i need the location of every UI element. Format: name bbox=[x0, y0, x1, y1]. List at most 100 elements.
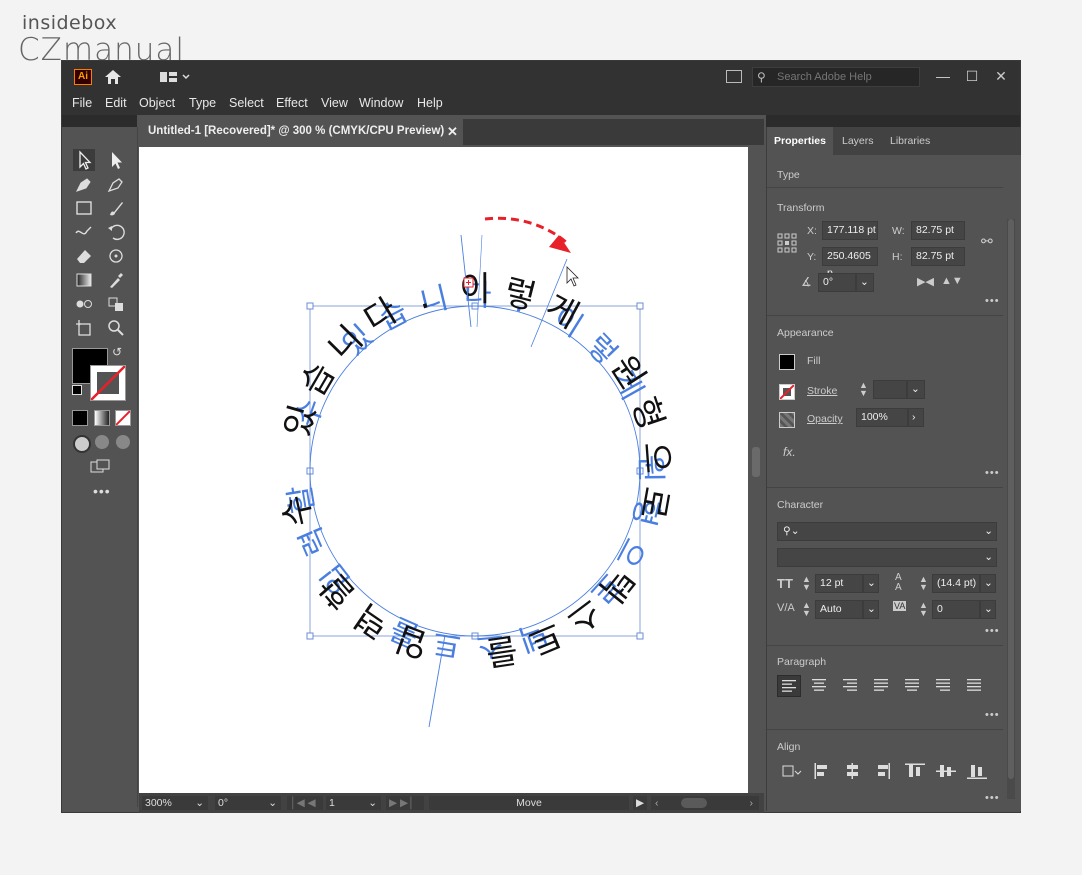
zoom-tool-icon[interactable] bbox=[105, 317, 127, 339]
align-more-options-icon[interactable]: ••• bbox=[985, 792, 1000, 804]
resize-handle[interactable] bbox=[636, 632, 644, 640]
menu-select[interactable]: Select bbox=[229, 96, 264, 110]
gradient-tool-icon[interactable] bbox=[73, 269, 95, 291]
vertical-align-center-icon[interactable] bbox=[934, 761, 958, 781]
eyedropper-tool-icon[interactable] bbox=[105, 269, 127, 291]
appearance-more-options-icon[interactable]: ••• bbox=[985, 467, 1000, 479]
edit-toolbar-icon[interactable]: ••• bbox=[93, 483, 111, 499]
stroke-swatch[interactable] bbox=[90, 365, 126, 401]
tracking-stepper[interactable]: ▲ ▼ bbox=[919, 601, 928, 618]
menu-effect[interactable]: Effect bbox=[276, 96, 308, 110]
zoom-field[interactable]: 300% ⌄ bbox=[142, 796, 208, 810]
leading-stepper[interactable]: ▲ ▼ bbox=[919, 575, 928, 592]
panel-scrollbar[interactable] bbox=[1007, 219, 1015, 799]
leading-field[interactable]: (14.4 pt) bbox=[932, 574, 980, 593]
flip-horizontal-icon[interactable]: ▶◀ bbox=[917, 275, 934, 288]
flip-vertical-icon[interactable]: ▲▼ bbox=[941, 275, 963, 287]
constrain-proportions-icon[interactable]: ⚯ bbox=[981, 233, 993, 250]
kerning-dropdown[interactable]: ⌄ bbox=[863, 600, 879, 619]
horizontal-align-right-icon[interactable] bbox=[872, 761, 896, 781]
search-input[interactable] bbox=[777, 69, 915, 85]
font-size-dropdown[interactable]: ⌄ bbox=[863, 574, 879, 593]
panel-scroll-thumb[interactable] bbox=[1008, 219, 1014, 779]
screen-mode-icon[interactable] bbox=[90, 459, 112, 473]
search-help-box[interactable]: ⚲ bbox=[752, 67, 920, 87]
scroll-left-icon[interactable]: ‹ bbox=[655, 796, 659, 810]
artboard-number-field[interactable]: 1 ⌄ bbox=[326, 796, 381, 810]
eraser-tool-icon[interactable] bbox=[73, 245, 95, 267]
horizontal-align-center-icon[interactable] bbox=[841, 761, 865, 781]
properties-panel-header[interactable] bbox=[766, 115, 1020, 127]
pen-tool-icon[interactable] bbox=[73, 173, 95, 195]
maximize-button[interactable]: ☐ bbox=[959, 65, 985, 87]
none-mode-icon[interactable] bbox=[115, 410, 131, 426]
artboard-tool-icon[interactable] bbox=[73, 317, 95, 339]
workspace-switcher[interactable] bbox=[158, 69, 192, 85]
blend-tool-icon[interactable] bbox=[73, 293, 95, 315]
shaper-tool-icon[interactable] bbox=[73, 221, 95, 243]
stroke-color-swatch[interactable] bbox=[779, 384, 795, 400]
artwork-canvas[interactable]: 이렇게원형으로텍스트를입력할수있습 니 다. 이 렇게원형으로텍스트를입력할수있습니다… bbox=[139, 147, 748, 793]
close-button[interactable]: ✕ bbox=[988, 65, 1014, 87]
align-to-selection-icon[interactable] bbox=[779, 761, 803, 781]
vertical-scroll-thumb[interactable] bbox=[752, 447, 760, 477]
font-size-stepper[interactable]: ▲ ▼ bbox=[802, 575, 811, 592]
draw-normal-icon[interactable] bbox=[73, 435, 91, 453]
draw-inside-icon[interactable] bbox=[116, 435, 130, 449]
menu-file[interactable]: File bbox=[72, 96, 92, 110]
selection-tool-icon[interactable] bbox=[73, 149, 95, 171]
rotate-angle-field[interactable]: 0° bbox=[818, 273, 856, 292]
document-tab[interactable]: Untitled-1 [Recovered]* @ 300 % (CMYK/CP… bbox=[139, 119, 463, 145]
justify-right-icon[interactable] bbox=[932, 675, 954, 695]
menu-edit[interactable]: Edit bbox=[105, 96, 127, 110]
direct-selection-tool-icon[interactable] bbox=[105, 149, 127, 171]
leading-dropdown[interactable]: ⌄ bbox=[980, 574, 996, 593]
minimize-button[interactable]: — bbox=[930, 65, 956, 87]
menu-type[interactable]: Type bbox=[189, 96, 216, 110]
x-position-field[interactable]: 177.118 pt bbox=[822, 221, 878, 240]
font-style-field[interactable]: ⌄ bbox=[777, 548, 997, 567]
fill-color-swatch[interactable] bbox=[779, 354, 795, 370]
align-center-icon[interactable] bbox=[808, 675, 830, 695]
puppet-warp-tool-icon[interactable] bbox=[105, 245, 127, 267]
circular-type-on-path[interactable]: 이 렇게원형으로텍스트를입력할수있습니다. bbox=[275, 270, 677, 673]
opacity-arrow-icon[interactable]: › bbox=[908, 408, 924, 427]
scroll-right-icon[interactable]: › bbox=[750, 796, 754, 810]
resize-handle[interactable] bbox=[636, 302, 644, 310]
stroke-weight-dropdown[interactable]: ⌄ bbox=[907, 380, 925, 399]
rotation-field[interactable]: 0° ⌄ bbox=[215, 796, 281, 810]
stroke-weight-field[interactable] bbox=[873, 380, 907, 399]
menu-view[interactable]: View bbox=[321, 96, 348, 110]
last-artboard-icon[interactable]: ▶ ▶│ bbox=[386, 796, 424, 810]
transform-more-options-icon[interactable]: ••• bbox=[985, 295, 1000, 307]
swap-fill-stroke-icon[interactable]: ↺ bbox=[112, 345, 122, 359]
menu-object[interactable]: Object bbox=[139, 96, 175, 110]
color-mode-icon[interactable] bbox=[72, 410, 88, 426]
font-size-field[interactable]: 12 pt bbox=[815, 574, 863, 593]
stroke-label[interactable]: Stroke bbox=[807, 385, 837, 397]
justify-center-icon[interactable] bbox=[901, 675, 923, 695]
reference-point-icon[interactable] bbox=[777, 233, 797, 253]
tab-libraries[interactable]: Libraries bbox=[883, 127, 937, 155]
fx-effects-icon[interactable]: fx. bbox=[783, 445, 796, 459]
gradient-mode-icon[interactable] bbox=[94, 410, 110, 426]
tracking-field[interactable]: 0 bbox=[932, 600, 980, 619]
horizontal-align-left-icon[interactable] bbox=[810, 761, 834, 781]
character-more-options-icon[interactable]: ••• bbox=[985, 625, 1000, 637]
tab-properties[interactable]: Properties bbox=[767, 127, 833, 155]
curvature-tool-icon[interactable] bbox=[105, 173, 127, 195]
kerning-stepper[interactable]: ▲ ▼ bbox=[802, 601, 811, 618]
horizontal-scrollbar[interactable]: ‹ › bbox=[651, 796, 759, 810]
horizontal-scroll-thumb[interactable] bbox=[681, 798, 707, 808]
justify-all-icon[interactable] bbox=[963, 675, 985, 695]
status-menu-icon[interactable]: ▶ bbox=[633, 796, 647, 810]
default-colors-icon[interactable] bbox=[72, 385, 82, 395]
justify-left-icon[interactable] bbox=[870, 675, 892, 695]
stroke-weight-stepper[interactable]: ▲ ▼ bbox=[859, 381, 868, 398]
menu-help[interactable]: Help bbox=[417, 96, 443, 110]
opacity-label[interactable]: Opacity bbox=[807, 413, 843, 425]
tracking-dropdown[interactable]: ⌄ bbox=[980, 600, 996, 619]
menu-window[interactable]: Window bbox=[359, 96, 403, 110]
arrange-documents-icon[interactable] bbox=[726, 70, 742, 83]
tab-layers[interactable]: Layers bbox=[835, 127, 881, 155]
